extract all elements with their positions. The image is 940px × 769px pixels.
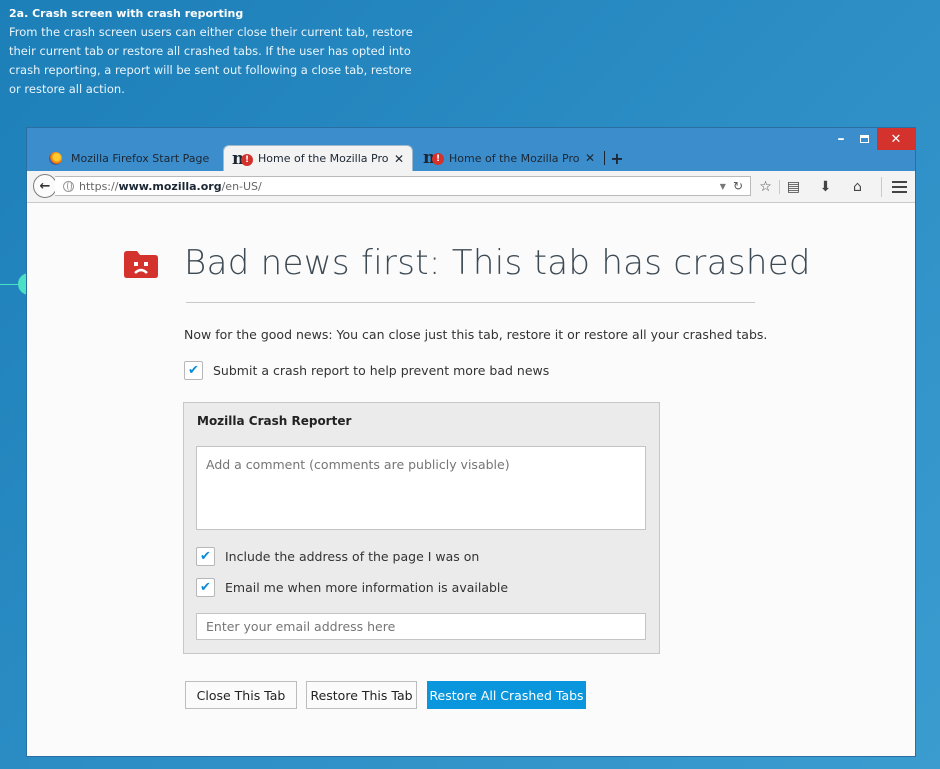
- sad-tab-icon: [124, 251, 158, 278]
- toolbar-icons: ☆ ▤ ⬇ ⌂: [753, 171, 910, 202]
- submit-report-row[interactable]: ✔ Submit a crash report to help prevent …: [184, 361, 549, 380]
- dropdown-arrow-icon[interactable]: ▼: [720, 182, 726, 191]
- star-icon[interactable]: ☆: [755, 179, 776, 195]
- include-address-label: Include the address of the page I was on: [225, 549, 480, 564]
- close-tab-button[interactable]: Close This Tab: [185, 681, 297, 709]
- new-tab-button[interactable]: +: [607, 145, 627, 171]
- good-news-text: Now for the good news: You can close jus…: [184, 327, 768, 342]
- email-me-row[interactable]: ✔ Email me when more information is avai…: [196, 578, 508, 597]
- tab-mozilla-active[interactable]: m! Home of the Mozilla Proje... ✕: [223, 145, 413, 171]
- reporter-title: Mozilla Crash Reporter: [197, 414, 352, 428]
- tab-close-icon[interactable]: ✕: [585, 151, 595, 165]
- page-title: Bad news first: This tab has crashed: [184, 243, 811, 283]
- include-address-checkbox[interactable]: ✔: [196, 547, 215, 566]
- url-prefix: https://: [79, 179, 119, 193]
- annotation-line: their current tab or restore all crashed…: [9, 44, 411, 58]
- url-bar[interactable]: https://www.mozilla.org/en-US/ ▼ ↻: [55, 176, 751, 196]
- menu-icon[interactable]: [892, 180, 910, 193]
- title-divider: [186, 302, 755, 303]
- annotation: 2a. Crash screen with crash reporting Fr…: [9, 6, 429, 99]
- mozilla-crashed-icon: m!: [423, 148, 444, 168]
- crash-reporter-panel: Mozilla Crash Reporter ✔ Include the add…: [183, 402, 660, 654]
- comment-input[interactable]: [196, 446, 646, 530]
- home-icon[interactable]: ⌂: [847, 179, 868, 195]
- submit-report-label: Submit a crash report to help prevent mo…: [213, 363, 550, 378]
- restore-all-button[interactable]: Restore All Crashed Tabs: [427, 681, 586, 709]
- checkmark-icon: ✔: [200, 580, 211, 595]
- annotation-line: From the crash screen users can either c…: [9, 25, 413, 39]
- toolbar-divider: [779, 179, 780, 194]
- reading-list-icon[interactable]: ▤: [783, 179, 804, 195]
- maximize-icon: [859, 135, 869, 143]
- tab-separator: [604, 151, 605, 165]
- email-me-checkbox[interactable]: ✔: [196, 578, 215, 597]
- globe-icon: [63, 180, 74, 192]
- crash-page: Bad news first: This tab has crashed Now…: [27, 203, 915, 756]
- firefox-icon: [49, 151, 62, 165]
- tab-close-icon[interactable]: ✕: [394, 152, 404, 166]
- mozilla-crashed-icon: m!: [232, 149, 253, 169]
- back-arrow-icon: ←: [39, 178, 51, 194]
- annotation-line: or restore all action.: [9, 82, 125, 96]
- toolbar-divider: [881, 176, 882, 197]
- restore-tab-button[interactable]: Restore This Tab: [306, 681, 417, 709]
- url-path: /en-US/: [221, 179, 262, 193]
- email-me-label: Email me when more information is availa…: [225, 580, 509, 595]
- tab-firefox-start[interactable]: Mozilla Firefox Start Page ✕: [41, 145, 241, 171]
- checkmark-icon: ✔: [188, 363, 199, 378]
- plus-icon: +: [610, 148, 624, 168]
- tab-mozilla-2[interactable]: m! Home of the Mozilla Proje... ✕: [415, 145, 605, 171]
- browser-window: – ✕ Mozilla Firefox Start Page ✕ m! Home…: [26, 127, 916, 757]
- tab-label: Home of the Mozilla Proje...: [258, 152, 388, 165]
- annotation-body: From the crash screen users can either c…: [9, 23, 429, 99]
- back-button[interactable]: ←: [33, 174, 57, 198]
- email-input[interactable]: [196, 613, 646, 640]
- tab-label: Home of the Mozilla Proje...: [449, 151, 579, 165]
- download-icon[interactable]: ⬇: [815, 179, 836, 195]
- annotation-title: 2a. Crash screen with crash reporting: [9, 7, 244, 20]
- checkmark-icon: ✔: [200, 549, 211, 564]
- url-domain: www.mozilla.org: [118, 179, 222, 193]
- tab-bar: Mozilla Firefox Start Page ✕ m! Home of …: [27, 145, 915, 171]
- reload-icon[interactable]: ↻: [733, 179, 743, 193]
- nav-toolbar: ← https://www.mozilla.org/en-US/ ▼ ↻ ☆ ▤…: [27, 171, 915, 203]
- submit-report-checkbox[interactable]: ✔: [184, 361, 203, 380]
- include-address-row[interactable]: ✔ Include the address of the page I was …: [196, 547, 479, 566]
- annotation-line: crash reporting, a report will be sent o…: [9, 63, 412, 77]
- tab-label: Mozilla Firefox Start Page: [71, 151, 210, 165]
